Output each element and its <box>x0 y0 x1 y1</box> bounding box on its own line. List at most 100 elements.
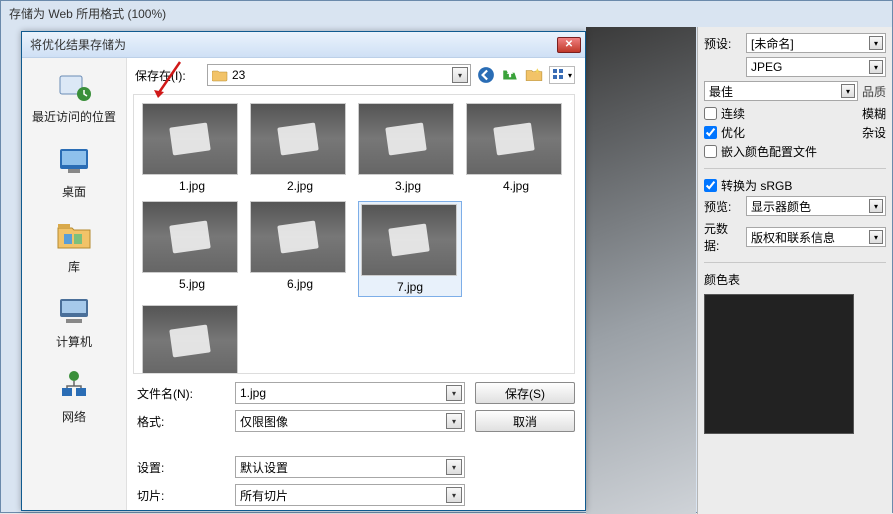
dialog-title: 将优化结果存储为 <box>30 36 557 53</box>
filename-input[interactable]: 1.jpg ▾ <box>235 382 465 404</box>
file-thumbnail[interactable]: 4.jpg <box>466 103 566 193</box>
optimized-checkbox[interactable]: 优化 杂设 <box>704 124 886 141</box>
place-label: 计算机 <box>29 333 119 350</box>
format-combo[interactable]: 仅限图像 ▾ <box>235 410 465 432</box>
file-thumbnail[interactable]: 1.jpg <box>142 103 242 193</box>
places-bar: 最近访问的位置桌面库计算机网络 <box>22 58 127 510</box>
checkbox-icon[interactable] <box>704 145 717 158</box>
metadata-combo[interactable]: 版权和联系信息 ▾ <box>746 227 886 247</box>
folder-combo[interactable]: 23 ▾ <box>207 64 471 86</box>
settings-combo[interactable]: 默认设置 ▾ <box>235 456 465 478</box>
options-panel: 预设: [未命名] ▾ JPEG ▾ 最佳 ▾ 品质 连续 模糊 <box>697 27 892 514</box>
color-table-label: 颜色表 <box>704 271 886 288</box>
new-folder-icon[interactable] <box>525 66 543 84</box>
color-table-swatch <box>704 294 854 434</box>
slices-combo[interactable]: 所有切片 ▾ <box>235 484 465 506</box>
close-button[interactable]: ✕ <box>557 37 581 53</box>
embed-profile-label: 嵌入颜色配置文件 <box>721 143 817 160</box>
chevron-down-icon[interactable]: ▾ <box>869 60 883 74</box>
file-thumbnail[interactable]: 8.jpg <box>142 305 242 374</box>
recent-icon <box>54 66 94 106</box>
save-button[interactable]: 保存(S) <box>475 382 575 404</box>
chevron-down-icon[interactable]: ▾ <box>869 36 883 50</box>
place-recent[interactable]: 最近访问的位置 <box>29 66 119 125</box>
file-thumbnail[interactable]: 5.jpg <box>142 201 242 297</box>
thumbnail-image <box>466 103 562 175</box>
file-list[interactable]: 1.jpg 2.jpg 3.jpg 4.jpg 5.jpg 6.jpg 7.jpg 8.jpg <box>133 94 575 374</box>
thumbnail-image <box>250 201 346 273</box>
app-title: 存储为 Web 所用格式 (100%) <box>1 1 892 26</box>
back-icon[interactable] <box>477 66 495 84</box>
preview-value: 显示器颜色 <box>751 198 811 215</box>
place-label: 网络 <box>29 408 119 425</box>
chevron-down-icon[interactable]: ▾ <box>841 84 855 98</box>
format-value: JPEG <box>751 60 782 74</box>
thumbnail-image <box>142 201 238 273</box>
view-menu-icon[interactable]: ▾ <box>549 66 575 84</box>
embed-profile-checkbox[interactable]: 嵌入颜色配置文件 <box>704 143 886 160</box>
preview-label: 预览: <box>704 198 742 215</box>
chevron-down-icon[interactable]: ▾ <box>869 199 883 213</box>
place-computer[interactable]: 计算机 <box>29 291 119 350</box>
up-icon[interactable] <box>501 66 519 84</box>
place-label: 库 <box>29 258 119 275</box>
quality-value: 最佳 <box>709 83 733 100</box>
place-network[interactable]: 网络 <box>29 366 119 425</box>
chevron-down-icon[interactable]: ▾ <box>446 413 462 429</box>
progressive-checkbox[interactable]: 连续 模糊 <box>704 105 886 122</box>
separator <box>704 262 886 263</box>
dialog-titlebar[interactable]: 将优化结果存储为 ✕ <box>22 32 585 58</box>
slices-value: 所有切片 <box>240 487 288 504</box>
checkbox-icon[interactable] <box>704 126 717 139</box>
file-label: 3.jpg <box>358 179 458 193</box>
file-thumbnail[interactable]: 2.jpg <box>250 103 350 193</box>
convert-srgb-checkbox[interactable]: 转换为 sRGB <box>704 177 886 194</box>
separator <box>704 168 886 169</box>
file-label: 5.jpg <box>142 277 242 291</box>
thumbnail-image <box>142 305 238 374</box>
file-thumbnail[interactable]: 3.jpg <box>358 103 458 193</box>
settings-label: 设置: <box>133 459 225 476</box>
optimized-label: 优化 <box>721 124 745 141</box>
settings-value: 默认设置 <box>240 459 288 476</box>
format-combo[interactable]: JPEG ▾ <box>746 57 886 77</box>
network-icon <box>54 366 94 406</box>
file-thumbnail[interactable]: 6.jpg <box>250 201 350 297</box>
checkbox-icon[interactable] <box>704 179 717 192</box>
app-window: 存储为 Web 所用格式 (100%) 预设: [未命名] ▾ JPEG ▾ 最… <box>0 0 893 513</box>
file-label: 2.jpg <box>250 179 350 193</box>
place-desktop[interactable]: 桌面 <box>29 141 119 200</box>
preset-combo[interactable]: [未命名] ▾ <box>746 33 886 53</box>
file-label: 1.jpg <box>142 179 242 193</box>
chevron-down-icon[interactable]: ▾ <box>452 67 468 83</box>
chevron-down-icon[interactable]: ▾ <box>446 487 462 503</box>
thumbnail-image <box>361 204 457 276</box>
format-label: 格式: <box>133 413 225 430</box>
desktop-icon <box>54 141 94 181</box>
chevron-down-icon[interactable]: ▾ <box>869 230 883 244</box>
quality-combo[interactable]: 最佳 ▾ <box>704 81 858 101</box>
preview-combo[interactable]: 显示器颜色 ▾ <box>746 196 886 216</box>
metadata-value: 版权和联系信息 <box>751 229 835 246</box>
file-label: 7.jpg <box>361 280 459 294</box>
canvas-preview <box>586 27 696 514</box>
place-label: 最近访问的位置 <box>29 108 119 125</box>
save-in-label: 保存在(I): <box>133 67 201 84</box>
place-label: 桌面 <box>29 183 119 200</box>
blur-side-label: 模糊 <box>862 105 886 122</box>
cancel-button[interactable]: 取消 <box>475 410 575 432</box>
thumbnail-image <box>358 103 454 175</box>
filename-label: 文件名(N): <box>133 385 225 402</box>
place-libraries[interactable]: 库 <box>29 216 119 275</box>
thumbnail-image <box>142 103 238 175</box>
progressive-label: 连续 <box>721 105 745 122</box>
thumbnail-image <box>250 103 346 175</box>
chevron-down-icon[interactable]: ▾ <box>446 459 462 475</box>
file-label: 4.jpg <box>466 179 566 193</box>
chevron-down-icon[interactable]: ▾ <box>446 385 462 401</box>
format-combo-value: 仅限图像 <box>240 413 288 430</box>
checkbox-icon[interactable] <box>704 107 717 120</box>
slices-label: 切片: <box>133 487 225 504</box>
libraries-icon <box>54 216 94 256</box>
file-thumbnail[interactable]: 7.jpg <box>358 201 462 297</box>
